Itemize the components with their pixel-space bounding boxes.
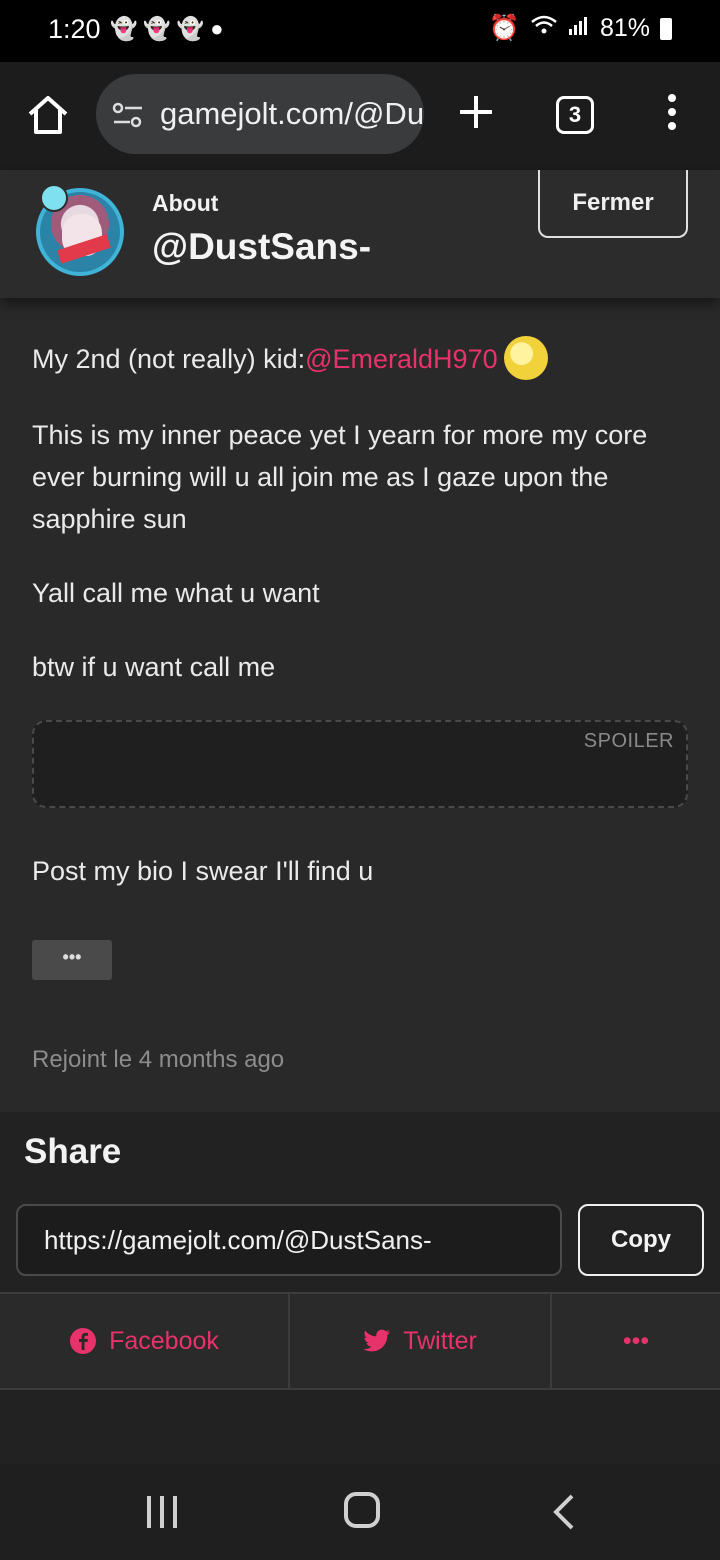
system-nav-bar [0, 1464, 720, 1560]
facebook-icon [70, 1328, 97, 1354]
bio-kid-prefix: My 2nd (not really) kid: [32, 344, 306, 374]
back-icon [553, 1494, 574, 1530]
copy-button[interactable]: Copy [578, 1204, 704, 1276]
twitter-icon [363, 1329, 391, 1352]
more-horiz-icon: ••• [622, 1326, 650, 1355]
close-button[interactable]: Fermer [538, 170, 688, 238]
recents-button[interactable] [144, 1496, 180, 1528]
signal-icon [568, 14, 590, 43]
avatar-badge-icon [40, 184, 68, 212]
snapchat-icon: 👻 [143, 16, 171, 41]
notification-icons: 👻 👻 👻 ● [110, 16, 224, 42]
home-button[interactable] [24, 90, 72, 138]
twitter-label: Twitter [403, 1326, 477, 1355]
mention-link[interactable]: @EmeraldH970 [305, 344, 498, 374]
about-header: About @DustSans- Fermer [0, 170, 720, 298]
more-vert-icon [668, 94, 676, 130]
status-time: 1:20 [48, 14, 101, 44]
bio-line-post: Post my bio I swear I'll find u [32, 856, 374, 886]
bio-line-peace: This is my inner peace yet I yearn for m… [32, 420, 648, 534]
battery-percent: 81% [599, 14, 650, 42]
share-more-button[interactable]: ••• [550, 1294, 720, 1388]
share-section: Share Copy Facebook Twitter ••• [0, 1112, 720, 1464]
tab-switcher-button[interactable]: 3 [556, 96, 594, 134]
share-url-input[interactable] [16, 1204, 562, 1276]
share-twitter-button[interactable]: Twitter [288, 1294, 550, 1388]
expand-more-button[interactable]: ••• [32, 940, 112, 980]
status-right: ⏰ 81% [489, 14, 672, 43]
battery-icon [660, 17, 672, 40]
about-label: About [152, 190, 219, 216]
facebook-label: Facebook [109, 1326, 219, 1355]
share-facebook-button[interactable]: Facebook [0, 1294, 288, 1388]
url-text[interactable]: gamejolt.com/@DustSans- [160, 96, 424, 132]
new-tab-button[interactable] [456, 92, 496, 132]
app-notification-icon: ● [210, 16, 224, 41]
bio-line-call: Yall call me what u want [32, 578, 320, 608]
wifi-icon [530, 14, 558, 43]
recents-icon [147, 1496, 177, 1528]
back-button[interactable] [552, 1494, 576, 1530]
joined-date: Rejoint le 4 months ago [32, 1046, 285, 1073]
snapchat-icon: 👻 [176, 16, 205, 41]
browser-toolbar: gamejolt.com/@DustSans- 3 [0, 62, 720, 170]
share-title: Share [24, 1132, 122, 1171]
address-bar[interactable]: gamejolt.com/@DustSans- [96, 74, 424, 154]
profile-username: @DustSans- [152, 226, 372, 267]
bio-line-btw: btw if u want call me [32, 652, 276, 682]
alarm-icon: ⏰ [488, 14, 520, 42]
snapchat-icon: 👻 [110, 16, 138, 41]
plus-icon [460, 96, 492, 128]
status-bar: 1:20 👻 👻 👻 ● ⏰ 81% [0, 0, 720, 62]
emoji-icon [503, 335, 548, 380]
browser-menu-button[interactable] [660, 92, 684, 132]
spoiler-block[interactable]: SPOILER [32, 720, 688, 808]
bio-line-kid: My 2nd (not really) kid:@EmeraldH970 [32, 335, 692, 383]
spoiler-label: SPOILER [583, 730, 674, 752]
share-buttons: Facebook Twitter ••• [0, 1292, 720, 1390]
site-settings-icon[interactable] [112, 102, 144, 128]
home-nav-button[interactable] [344, 1492, 380, 1528]
home-icon [28, 96, 68, 134]
